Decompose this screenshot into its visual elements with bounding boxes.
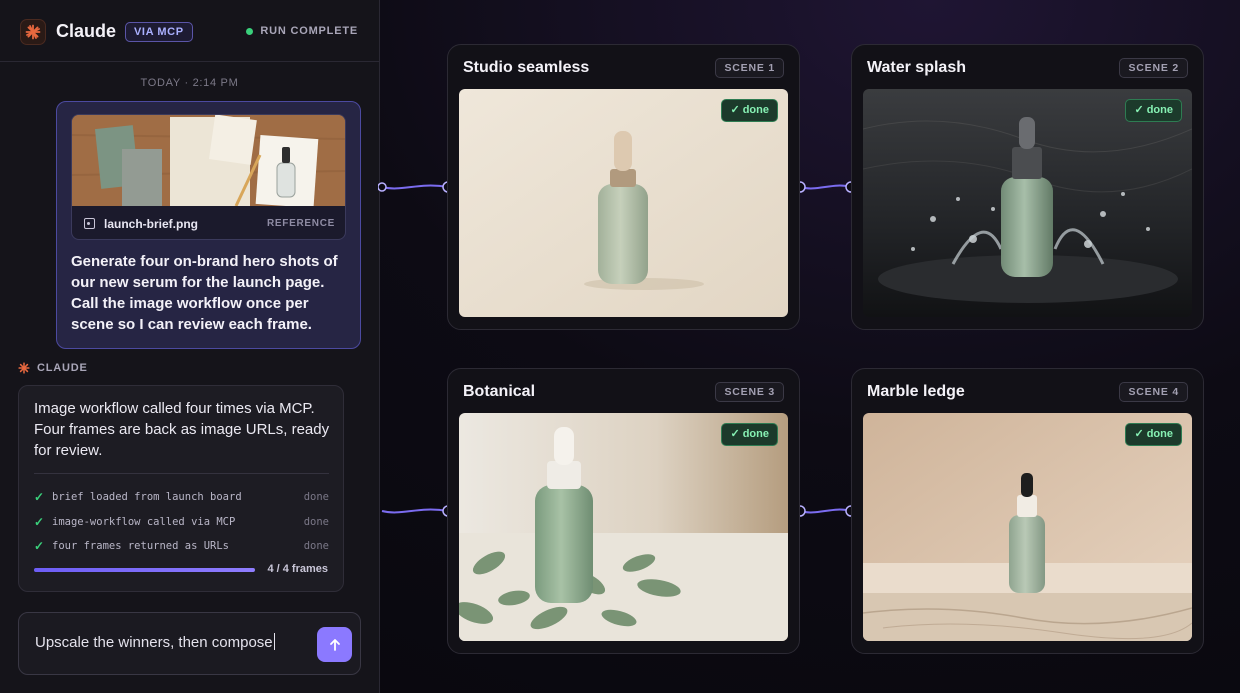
message-input[interactable]: Upscale the winners, then compose xyxy=(35,633,275,651)
step-list: ✓ brief loaded from launch board done ✓ … xyxy=(34,485,329,559)
arrow-up-icon xyxy=(329,638,340,651)
scene-tag: SCENE 4 xyxy=(1119,382,1188,402)
done-badge: ✓ done xyxy=(1125,423,1182,446)
scene-card-4[interactable]: Marble ledge SCENE 4 ✓ done xyxy=(851,368,1204,654)
scene-card-3[interactable]: Botanical SCENE 3 ✓ done xyxy=(447,368,800,654)
assistant-message: Image workflow called four times via MCP… xyxy=(18,385,344,592)
assistant-name: CLAUDE xyxy=(37,362,88,374)
scene-image[interactable]: ✓ done xyxy=(459,89,788,317)
connector-scene-4 xyxy=(794,505,857,517)
progress-bar-fill xyxy=(34,568,255,572)
done-badge: ✓ done xyxy=(721,99,778,122)
message-input-value[interactable]: Upscale the winners, then compose xyxy=(35,634,273,651)
scene-image[interactable]: ✓ done xyxy=(863,413,1192,641)
connector-scene-1 xyxy=(378,181,454,193)
step-label: image-workflow called via MCP xyxy=(52,515,236,528)
scene-title: Water splash xyxy=(867,59,966,76)
scene-title: Botanical xyxy=(463,383,536,400)
user-message-text: Generate four on-brand hero shots of our… xyxy=(71,253,338,333)
progress-bar xyxy=(34,568,255,572)
scene-title: Marble ledge xyxy=(867,383,965,400)
claude-spark-icon xyxy=(18,362,30,374)
assistant-message-text: Image workflow called four times via MCP… xyxy=(34,400,330,459)
scene-tag: SCENE 1 xyxy=(715,58,784,78)
user-message: launch-brief.png REFERENCE Generate four… xyxy=(56,101,361,349)
scene-tag: SCENE 2 xyxy=(1119,58,1188,78)
check-icon: ✓ xyxy=(34,514,45,529)
scene-title: Studio seamless xyxy=(463,59,590,76)
attachment-tag: REFERENCE xyxy=(267,218,335,229)
done-badge: ✓ done xyxy=(1125,99,1182,122)
step-label: brief loaded from launch board xyxy=(52,491,242,504)
message-composer[interactable]: Upscale the winners, then compose xyxy=(18,612,361,675)
step-status: done xyxy=(303,515,329,528)
attachment-footer: launch-brief.png REFERENCE xyxy=(72,206,345,239)
mcp-badge: VIA MCP xyxy=(125,22,193,42)
run-status: RUN COMPLETE xyxy=(246,25,358,37)
assistant-label: CLAUDE xyxy=(18,362,88,374)
progress-label: 4 / 4 frames xyxy=(267,563,328,575)
done-badge: ✓ done xyxy=(721,423,778,446)
sidebar-header: Claude VIA MCP RUN COMPLETE xyxy=(0,0,379,62)
scene-card-2[interactable]: Water splash SCENE 2 ✓ done xyxy=(851,44,1204,330)
list-item: ✓ brief loaded from launch board done xyxy=(34,485,329,510)
check-icon: ✓ xyxy=(34,490,45,505)
check-icon: ✓ xyxy=(34,539,45,554)
step-status: done xyxy=(303,491,329,504)
claude-logo-icon xyxy=(20,19,46,45)
scene-image[interactable]: ✓ done xyxy=(459,413,788,641)
attachment-card[interactable]: launch-brief.png REFERENCE xyxy=(71,114,346,240)
attachment-thumbnail xyxy=(72,115,345,208)
scene-card-1[interactable]: Studio seamless SCENE 1 ✓ done xyxy=(447,44,800,330)
status-dot-icon xyxy=(246,27,254,35)
app-title: Claude xyxy=(56,21,117,41)
list-item: ✓ four frames returned as URLs done xyxy=(34,534,329,559)
step-status: done xyxy=(303,540,329,553)
message-timestamp: TODAY · 2:14 PM xyxy=(140,77,239,89)
run-status-text: RUN COMPLETE xyxy=(260,25,358,37)
chat-sidebar: Claude VIA MCP RUN COMPLETE TODAY · 2:14… xyxy=(0,0,380,693)
connector-scene-2 xyxy=(794,181,857,193)
divider xyxy=(34,473,329,474)
image-file-icon xyxy=(84,218,95,229)
scene-tag: SCENE 3 xyxy=(715,382,784,402)
connector-scene-3 xyxy=(381,505,454,517)
list-item: ✓ image-workflow called via MCP done xyxy=(34,510,329,535)
text-caret xyxy=(273,633,275,650)
scene-image[interactable]: ✓ done xyxy=(863,89,1192,317)
attachment-filename: launch-brief.png xyxy=(104,216,198,231)
step-label: four frames returned as URLs xyxy=(52,540,230,553)
send-button[interactable] xyxy=(317,627,352,662)
